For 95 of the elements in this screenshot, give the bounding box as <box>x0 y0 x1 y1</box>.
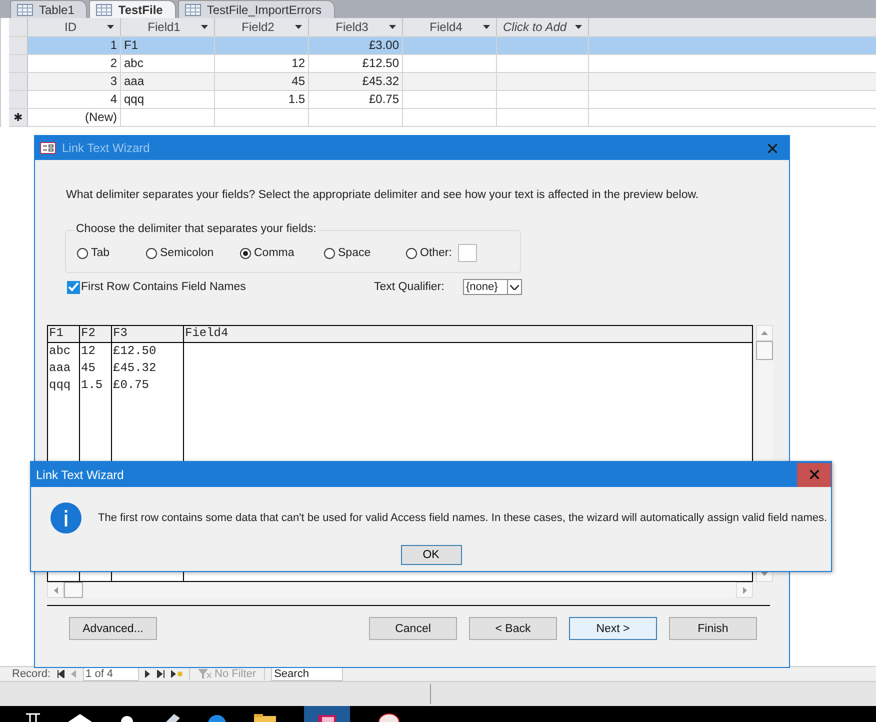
window-title: Link Text Wizard <box>62 141 151 155</box>
close-icon <box>768 144 776 152</box>
column-header[interactable]: ID <box>28 18 121 36</box>
column-header[interactable]: Field3 <box>309 18 403 36</box>
delimiter-radio[interactable]: Comma <box>240 247 324 259</box>
document-tab[interactable]: Table1 <box>10 0 88 18</box>
preview-cell-text: abc <box>49 343 72 360</box>
wizard-button[interactable]: Next > <box>569 617 657 640</box>
delimiter-radio[interactable]: Tab <box>77 247 146 259</box>
document-tab[interactable]: TestFile <box>89 0 176 18</box>
scroll-thumb[interactable] <box>756 341 773 360</box>
dropdown-arrow-icon[interactable] <box>483 25 490 29</box>
new-record-marker: ✱ <box>9 109 28 126</box>
table-cell: (New) <box>28 109 121 126</box>
table-cell: 1 <box>28 37 121 54</box>
delimiter-radio[interactable]: Space <box>324 247 406 259</box>
record-label: Record: <box>12 668 51 680</box>
table-cell: £12.50 <box>309 55 403 72</box>
info-icon <box>50 502 82 534</box>
first-row-checkbox[interactable]: First Row Contains Field Names <box>67 280 374 294</box>
dropdown-arrow-icon[interactable] <box>575 25 582 29</box>
new-record-icon[interactable] <box>170 670 183 678</box>
wizard-button[interactable]: Advanced... <box>69 617 157 640</box>
delimiter-radio[interactable]: Semicolon <box>146 247 240 259</box>
table-cell: 4 <box>28 91 121 108</box>
table-icon <box>17 4 33 16</box>
table-cell: £45.32 <box>309 73 403 90</box>
preview-column-header: F2 <box>80 326 112 342</box>
table-row[interactable]: 3 aaa 45 £45.32 <box>9 73 876 91</box>
close-icon <box>810 470 818 479</box>
chevron-down-icon <box>510 284 519 290</box>
last-record-icon[interactable] <box>156 670 165 678</box>
delimiter-radio[interactable]: Other: <box>406 247 452 259</box>
wizard-button[interactable]: Finish <box>669 617 757 640</box>
database-app-icon[interactable] <box>316 712 338 722</box>
table-cell: aaa <box>121 73 215 90</box>
search-field[interactable]: Search <box>271 667 344 681</box>
preview-cell-text: qqq <box>49 377 72 394</box>
dialog-title: Link Text Wizard <box>36 468 125 482</box>
preview-cell-text: aaa <box>49 360 72 377</box>
preview-cell-text: £12.50 <box>113 343 158 360</box>
table-row[interactable]: 4 qqq 1.5 £0.75 <box>9 91 876 109</box>
preview-column-header: Field4 <box>184 326 230 342</box>
home-icon[interactable] <box>68 712 92 722</box>
other-delimiter-field[interactable] <box>458 244 477 262</box>
table-cell: 1.5 <box>215 91 309 108</box>
scroll-thumb[interactable] <box>64 582 83 598</box>
preview-column-header: F1 <box>48 326 80 342</box>
wizard-button[interactable]: < Back <box>469 617 557 640</box>
first-record-icon[interactable] <box>56 670 65 678</box>
next-record-icon[interactable] <box>144 670 151 678</box>
table-cell: 45 <box>215 73 309 90</box>
ok-button[interactable]: OK <box>400 545 462 565</box>
record-position-field[interactable]: 1 of 4 <box>82 667 139 681</box>
message-text: The first row contains some data that can't be used for valid Access field names. In these cases, the wizard will automatically assign valid field names. <box>98 512 828 524</box>
wizard-button[interactable]: Cancel <box>369 617 457 640</box>
table-cell: F1 <box>121 37 215 54</box>
table-icon <box>96 4 112 16</box>
group-label: Choose the delimiter that separates your fields: <box>74 223 318 235</box>
preview-cell-text: 12 <box>81 343 96 360</box>
preview-column-header: F3 <box>112 326 184 342</box>
dropdown-arrow-icon[interactable] <box>389 25 396 29</box>
preview-cell-text: 1.5 <box>81 377 104 394</box>
scroll-right-icon[interactable] <box>742 586 746 594</box>
preview-cell-text: 45 <box>81 360 96 377</box>
folder-icon[interactable] <box>254 712 276 722</box>
table-row[interactable]: 1 F1 £3.00 <box>9 37 876 55</box>
checkmark-icon <box>68 282 79 292</box>
column-header[interactable]: Click to Add <box>497 18 589 36</box>
column-header[interactable]: Field4 <box>403 18 497 36</box>
horizontal-scrollbar[interactable] <box>47 582 753 598</box>
table-cell: £0.75 <box>309 91 403 108</box>
preview-cell-text: £45.32 <box>113 360 158 377</box>
table-cell: 2 <box>28 55 121 72</box>
table-cell: 12 <box>215 55 309 72</box>
dropdown-arrow-icon[interactable] <box>107 25 114 29</box>
filter-icon <box>198 669 212 679</box>
dropdown-arrow-icon[interactable] <box>201 25 208 29</box>
column-header[interactable]: Field1 <box>121 18 215 36</box>
table-cell: £3.00 <box>309 37 403 54</box>
column-header[interactable]: Field2 <box>215 18 309 36</box>
table-icon <box>184 4 201 16</box>
preview-cell-text: £0.75 <box>113 377 150 394</box>
text-qualifier-dropdown[interactable]: {none} <box>463 279 522 295</box>
instruction-text: What delimiter separates your fields? Select the appropriate delimiter and see how your text is affected in the preview below. <box>66 189 700 201</box>
form-icon <box>40 142 56 154</box>
table-cell: 3 <box>28 73 121 90</box>
close-button[interactable] <box>797 462 831 486</box>
dropdown-arrow-icon[interactable] <box>295 25 302 29</box>
document-tab[interactable]: TestFile_ImportErrors <box>178 0 335 18</box>
table-cell: qqq <box>121 91 215 108</box>
text-qualifier-label: Text Qualifier: <box>374 281 446 293</box>
table-cell: abc <box>121 55 215 72</box>
scroll-left-icon[interactable] <box>54 586 58 594</box>
scroll-up-icon[interactable] <box>761 331 768 335</box>
